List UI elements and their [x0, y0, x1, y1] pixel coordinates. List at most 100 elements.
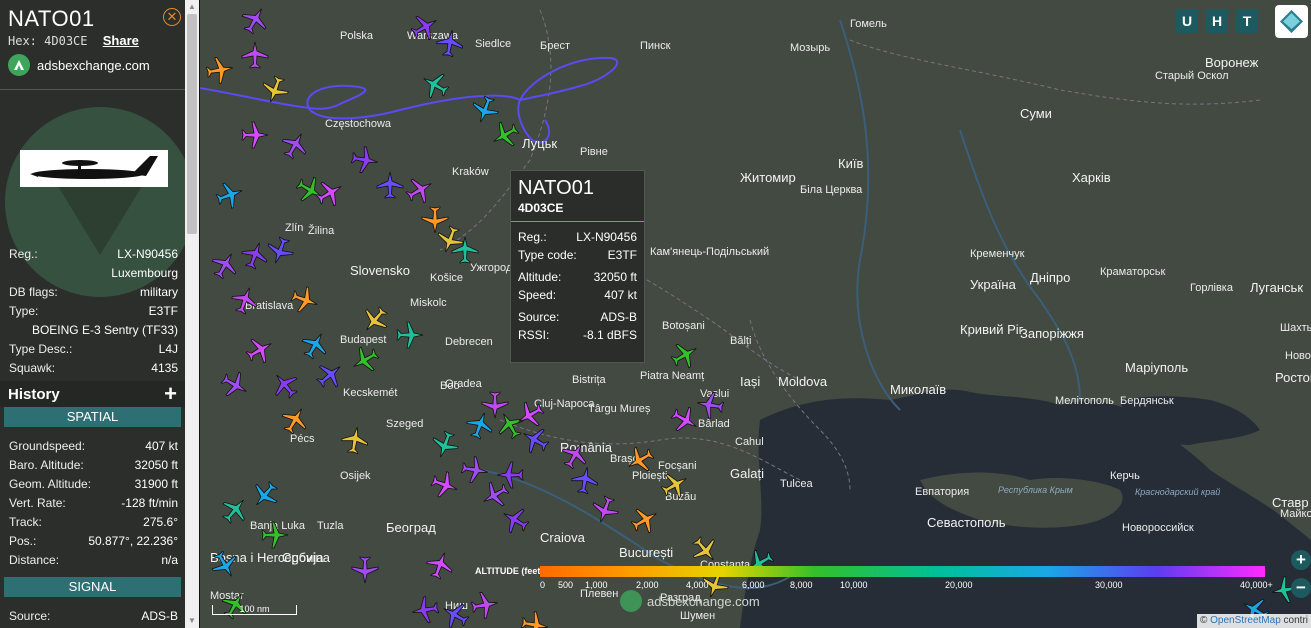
history-toggle[interactable]: History + — [0, 381, 185, 407]
map-place-label: Гомель — [850, 18, 887, 30]
t-button[interactable]: T — [1236, 9, 1258, 33]
aircraft-marker-icon[interactable] — [690, 535, 720, 565]
close-icon[interactable]: ✕ — [163, 8, 181, 26]
aircraft-marker-icon[interactable] — [425, 550, 455, 580]
scroll-up-arrow-icon[interactable]: ▲ — [185, 0, 199, 14]
aircraft-popup[interactable]: NATO01 4D03CE Reg.: LX-N90456 Type code: E… — [510, 170, 645, 363]
info-row-db-flags: DB flags: military — [9, 285, 178, 299]
aircraft-marker-icon[interactable] — [520, 610, 550, 628]
aircraft-marker-icon[interactable] — [340, 425, 370, 455]
aircraft-silhouette-image[interactable] — [20, 150, 168, 187]
map-place-label: Біла Церква — [800, 184, 863, 196]
aircraft-marker-icon[interactable] — [360, 305, 390, 335]
aircraft-marker-icon[interactable] — [405, 175, 435, 205]
aircraft-marker-icon[interactable] — [660, 470, 690, 500]
map-place-label: Житомир — [740, 170, 796, 185]
aircraft-marker-icon[interactable] — [435, 28, 465, 58]
aircraft-marker-icon[interactable] — [260, 75, 290, 105]
h-button[interactable]: H — [1206, 9, 1228, 33]
aircraft-marker-icon[interactable] — [420, 70, 450, 100]
aircraft-marker-icon[interactable] — [625, 445, 655, 475]
aircraft-marker-icon[interactable] — [470, 590, 500, 620]
aircraft-marker-icon[interactable] — [210, 550, 240, 580]
aircraft-marker-icon[interactable] — [315, 178, 345, 208]
aircraft-marker-icon[interactable] — [240, 40, 270, 70]
plus-icon[interactable]: + — [164, 381, 177, 407]
aircraft-marker-icon[interactable] — [630, 505, 660, 535]
aircraft-marker-icon[interactable] — [450, 235, 480, 265]
layers-icon — [1280, 10, 1303, 33]
map-view[interactable]: Polska Warszawa Siedlce Брест Пинск Мозырь Гом… — [200, 0, 1311, 628]
map-place-label: Маріуполь — [1125, 360, 1189, 375]
altitude-color-bar — [540, 566, 1265, 577]
aircraft-marker-icon[interactable] — [430, 430, 460, 460]
sidebar-scrollbar[interactable]: ▲ ▼ — [185, 0, 199, 628]
map-place-label: Zlín — [285, 222, 304, 234]
map-place-label: Cahul — [735, 436, 764, 448]
aircraft-marker-icon[interactable] — [500, 505, 530, 535]
info-row-reg: Reg.: LX-N90456 — [9, 247, 178, 261]
altitude-tick-label: 20,000 — [945, 580, 973, 590]
aircraft-marker-icon[interactable] — [220, 495, 250, 525]
aircraft-marker-icon[interactable] — [350, 345, 380, 375]
zoom-in-button[interactable]: + — [1291, 550, 1311, 570]
map-place-label: Siedlce — [475, 38, 512, 50]
signal-list: Source: ADS-B — [0, 607, 185, 626]
scroll-down-arrow-icon[interactable]: ▼ — [185, 614, 199, 628]
spatial-section-header[interactable]: SPATIAL — [4, 407, 181, 427]
aircraft-marker-icon[interactable] — [210, 250, 240, 280]
aircraft-marker-icon[interactable] — [240, 5, 270, 35]
aircraft-marker-icon[interactable] — [395, 320, 425, 350]
aircraft-marker-icon[interactable] — [695, 390, 725, 420]
details-scroll-area[interactable]: NATO01 ✕ Hex: 4D03CE Share adsbexchange.… — [0, 0, 185, 628]
altitude-tick-label: 2,000 — [636, 580, 659, 590]
spatial-row: Groundspeed: 407 kt — [9, 439, 178, 453]
aircraft-marker-icon[interactable] — [430, 470, 460, 500]
aircraft-marker-icon[interactable] — [220, 370, 250, 400]
aircraft-marker-icon[interactable] — [260, 520, 290, 550]
map-scale: 100 nm — [212, 605, 297, 615]
map-place-label: Харків — [1072, 170, 1111, 185]
callsign: NATO01 — [8, 6, 95, 31]
info-row-squawk: Squawk: 4135 — [9, 361, 178, 375]
aircraft-marker-icon[interactable] — [250, 480, 280, 510]
hex-code: 4D03CE — [44, 34, 88, 48]
layers-button[interactable] — [1275, 5, 1308, 38]
scrollbar-thumb[interactable] — [187, 14, 197, 234]
aircraft-marker-icon[interactable] — [270, 370, 300, 400]
map-place-label: Краснодарский край — [1135, 487, 1221, 497]
map-place-label: Майко — [1280, 508, 1311, 520]
aircraft-marker-icon[interactable] — [440, 600, 470, 628]
map-place-label: Севастополь — [927, 515, 1006, 530]
aircraft-marker-icon[interactable] — [350, 555, 380, 585]
map-place-label: Кременчук — [970, 248, 1025, 260]
zoom-out-button[interactable]: − — [1291, 578, 1311, 598]
aircraft-marker-icon[interactable] — [245, 335, 275, 365]
brand-link[interactable]: adsbexchange.com — [8, 54, 177, 76]
aircraft-marker-icon[interactable] — [230, 285, 260, 315]
map-place-label: Kraków — [452, 166, 489, 178]
aircraft-marker-icon[interactable] — [280, 405, 310, 435]
spatial-row: Track: 275.6° — [9, 515, 178, 529]
aircraft-marker-icon[interactable] — [240, 120, 270, 150]
aircraft-marker-icon[interactable] — [490, 120, 520, 150]
aircraft-marker-icon[interactable] — [300, 330, 330, 360]
share-link[interactable]: Share — [103, 33, 139, 48]
aircraft-marker-icon[interactable] — [590, 495, 620, 525]
aircraft-marker-icon[interactable] — [670, 340, 700, 370]
aircraft-marker-icon[interactable] — [465, 410, 495, 440]
u-button[interactable]: U — [1176, 9, 1198, 33]
map-place-label: Луцьк — [522, 136, 558, 151]
aircraft-marker-icon[interactable] — [280, 130, 310, 160]
aircraft-marker-icon[interactable] — [205, 55, 235, 85]
map-place-label: Краматорськ — [1100, 266, 1166, 278]
brand-text: adsbexchange.com — [37, 57, 150, 73]
openstreetmap-link[interactable]: OpenStreetMap — [1210, 615, 1281, 626]
aircraft-marker-icon[interactable] — [265, 236, 295, 266]
aircraft-marker-icon[interactable] — [520, 425, 550, 455]
aircraft-marker-icon[interactable] — [290, 285, 320, 315]
aircraft-marker-icon[interactable] — [215, 180, 245, 210]
aircraft-marker-icon[interactable] — [315, 360, 345, 390]
map-place-label: Botoșani — [662, 320, 705, 332]
signal-section-header[interactable]: SIGNAL — [4, 577, 181, 597]
